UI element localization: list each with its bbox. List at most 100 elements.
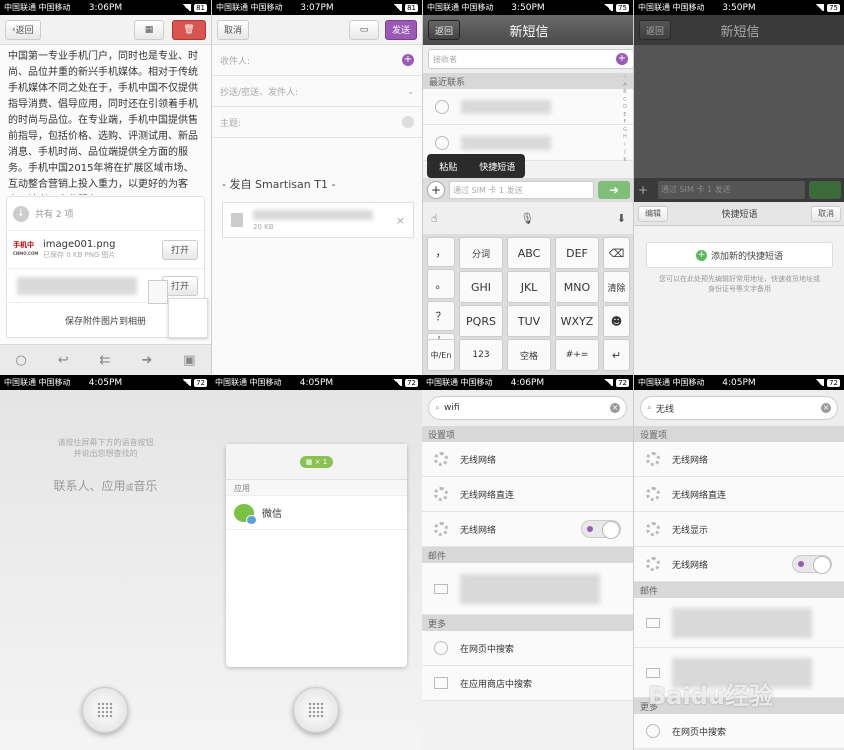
key-abc[interactable]: ABC	[507, 237, 551, 269]
enter-key[interactable]: ↵	[603, 339, 630, 371]
cancel-button[interactable]: 取消	[811, 205, 841, 222]
radio-button[interactable]	[435, 99, 449, 114]
paste-menu-item[interactable]: 粘贴	[427, 160, 470, 173]
message-input[interactable]: 通过 SIM 卡 1 发送	[449, 181, 594, 199]
status-bar: 中国联通 中国移动 4:05PM 72	[211, 375, 422, 390]
app-store-search-item[interactable]: 在应用商店中搜索	[422, 666, 633, 701]
subject-field[interactable]: 主题:	[220, 116, 402, 129]
gear-icon	[434, 522, 448, 536]
back-button[interactable]: 返回	[428, 20, 461, 40]
delete-button[interactable]: 🗑	[172, 19, 206, 40]
envelope-icon	[168, 298, 208, 338]
attach-image-icon[interactable]: ▭	[348, 19, 379, 40]
voice-search-panel: 中国联通 中国移动 4:05PM 72 请按住屏幕下方的语音按钮 并说出您想查找的 联…	[0, 375, 211, 750]
back-button[interactable]: 返回	[639, 20, 672, 40]
microphone-icon[interactable]: 🎙	[520, 212, 534, 225]
add-attachment-button[interactable]: +	[427, 181, 445, 199]
key-comma[interactable]: ，	[427, 237, 455, 267]
radio-button[interactable]	[435, 135, 449, 150]
web-search-item[interactable]: 在网页中搜索	[634, 714, 844, 749]
emoji-key[interactable]: ☻	[603, 305, 630, 337]
voice-button[interactable]	[82, 687, 128, 733]
key-jkl[interactable]: JKL	[507, 271, 551, 303]
keyboard: ， 。 ？ ！ 分词 ABC DEF ⌫ GHI JKL MNO 清除 PQRS…	[423, 234, 633, 375]
mail-result-item[interactable]	[422, 563, 633, 615]
send-button[interactable]: ➜	[598, 181, 630, 199]
to-field[interactable]: 收件人:	[220, 54, 402, 67]
voice-button[interactable]	[293, 687, 339, 733]
recipient-input[interactable]: 接收者	[428, 49, 633, 69]
symbols-key[interactable]: #+=	[555, 339, 599, 371]
cc-field[interactable]: 抄送/密送、发件人:	[220, 85, 407, 98]
context-menu: 粘贴 快捷短语	[427, 154, 525, 178]
cancel-button[interactable]: 取消	[217, 19, 250, 40]
back-button[interactable]: ‹ 返回	[5, 19, 41, 40]
key-period[interactable]: 。	[427, 269, 455, 299]
web-search-item[interactable]: 在网页中搜索	[422, 631, 633, 666]
search-input[interactable]: ⌕ wifi ×	[428, 396, 627, 420]
reply-all-icon[interactable]: ⇇	[100, 353, 111, 368]
result-item[interactable]: 无线网络直连	[422, 477, 633, 512]
key-wxyz[interactable]: WXYZ	[555, 305, 599, 337]
more-section-header: 更多	[422, 615, 633, 631]
key-def[interactable]: DEF	[555, 237, 599, 269]
key-segment[interactable]: 分词	[459, 237, 503, 269]
open-button[interactable]: 打开	[162, 239, 198, 260]
alphabet-index[interactable]: ☆ A B C D E F G H I J K	[621, 74, 629, 164]
search-input[interactable]: ⌕ 无线 ×	[640, 396, 838, 420]
mail-result-item[interactable]	[634, 598, 844, 648]
attachment-card: 20 KB ×	[222, 202, 414, 238]
key-ghi[interactable]: GHI	[459, 271, 503, 303]
quick-phrase-panel: 中国联通 中国移动 3:50PM 75 返回 新短信 + 通过 SIM 卡 1 发送…	[633, 0, 844, 375]
send-button[interactable]: 发送	[384, 19, 417, 40]
calendar-icon[interactable]: ▦	[134, 19, 164, 40]
clear-search-icon[interactable]: ×	[821, 403, 831, 413]
close-icon[interactable]: ×	[396, 214, 405, 227]
signature: - 发自 Smartisan T1 -	[222, 178, 336, 191]
key-pqrs[interactable]: PQRS	[459, 305, 503, 337]
add-contact-icon[interactable]: +	[616, 53, 628, 65]
forward-icon[interactable]: ➜	[141, 353, 152, 368]
space-key[interactable]: 空格	[507, 339, 551, 371]
key-tuv[interactable]: TUV	[507, 305, 551, 337]
quick-phrase-menu-item[interactable]: 快捷短语	[470, 160, 525, 173]
clear-key[interactable]: 清除	[603, 271, 630, 303]
clear-search-icon[interactable]: ×	[610, 403, 620, 413]
recent-section-header: 最近联系	[423, 73, 633, 89]
add-quick-phrase-button[interactable]: + 添加新的快捷短语	[646, 242, 833, 268]
add-attachment-button: +	[638, 183, 649, 197]
result-item[interactable]: 无线显示	[634, 512, 844, 547]
watermark: Baidu经验	[648, 682, 773, 710]
chevron-down-icon[interactable]: ⌄	[407, 87, 414, 96]
message-input: 通过 SIM 卡 1 发送	[658, 181, 805, 199]
reply-icon[interactable]: ↩	[58, 353, 69, 368]
app-result-item[interactable]: 微信	[226, 496, 407, 530]
gear-icon	[646, 452, 660, 466]
result-item[interactable]: 无线网络	[634, 547, 844, 582]
refresh-icon[interactable]: ○	[15, 353, 26, 368]
result-item[interactable]: 无线网络	[634, 442, 844, 477]
file-thumbnail: 手机中 CNMO.COM	[13, 241, 39, 256]
numbers-key[interactable]: 123	[459, 339, 503, 371]
globe-icon	[646, 724, 660, 738]
hide-keyboard-icon[interactable]: ⬇	[617, 212, 626, 225]
wifi-toggle[interactable]	[581, 520, 621, 539]
result-item[interactable]: 无线网络	[422, 512, 633, 547]
add-icon: +	[695, 249, 707, 261]
status-bar: 中国联通 中国移动 4:05PM 72	[0, 375, 211, 390]
add-recipient-icon[interactable]: +	[402, 54, 414, 66]
edit-button[interactable]: 编辑	[638, 205, 668, 222]
backspace-key[interactable]: ⌫	[603, 237, 630, 269]
key-mno[interactable]: MNO	[555, 271, 599, 303]
cursor-hand-icon[interactable]: ☝	[431, 212, 438, 225]
paperclip-icon[interactable]	[402, 116, 414, 128]
folder-icon[interactable]: ▣	[183, 353, 195, 368]
key-question[interactable]: ？	[427, 301, 455, 331]
contact-row[interactable]	[423, 89, 633, 125]
wifi-toggle[interactable]	[792, 555, 832, 574]
dimmed-overlay	[634, 45, 844, 191]
result-item[interactable]: 无线网络直连	[634, 477, 844, 512]
globe-icon	[434, 641, 448, 655]
result-item[interactable]: 无线网络	[422, 442, 633, 477]
lang-switch-key[interactable]: 中/En	[427, 339, 455, 371]
